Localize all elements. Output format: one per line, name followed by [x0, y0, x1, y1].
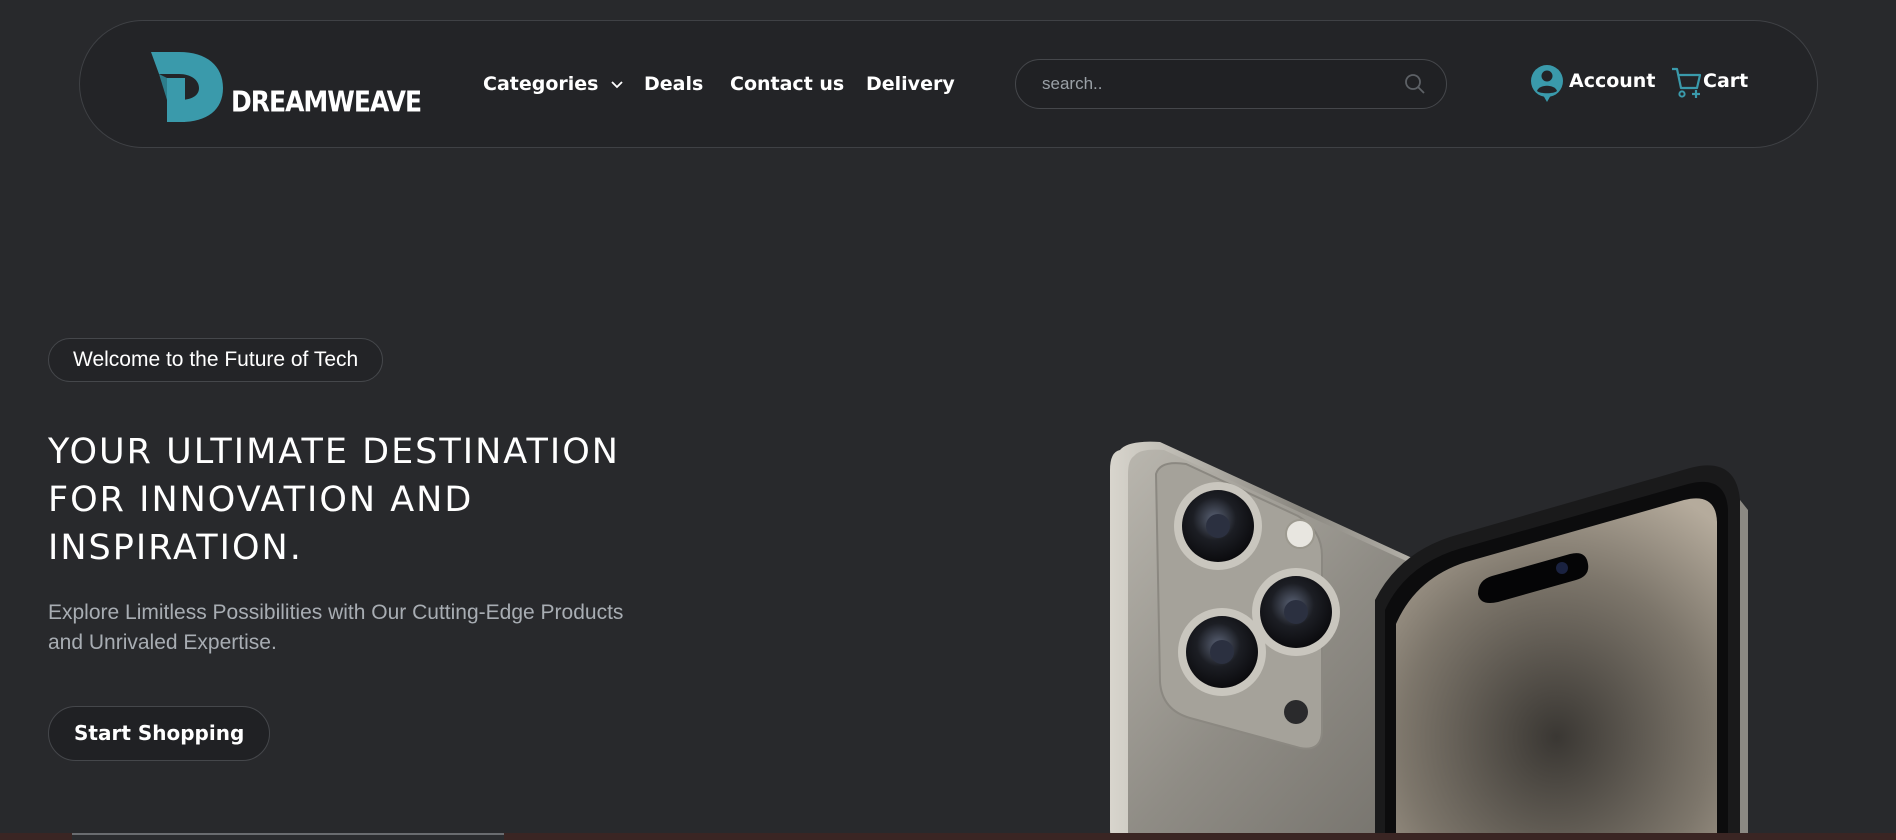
d-logo-icon — [151, 52, 223, 122]
nav-categories-label: Categories — [483, 73, 599, 95]
cart-icon — [1672, 67, 1702, 98]
nav-contact-us[interactable]: Contact us — [730, 70, 844, 98]
search-bar — [1015, 59, 1447, 109]
account-label: Account — [1569, 70, 1656, 92]
nav-categories[interactable]: Categories — [483, 70, 623, 98]
nav-deals[interactable]: Deals — [644, 70, 703, 98]
smartphone-product-image — [1110, 441, 1748, 840]
search-icon[interactable] — [1404, 73, 1426, 95]
page: DREAMWEAVE Categories Deals Contact us D… — [0, 0, 1896, 840]
welcome-badge: Welcome to the Future of Tech — [48, 338, 384, 382]
brand-logo[interactable]: DREAMWEAVE — [151, 52, 422, 122]
search-input[interactable] — [1040, 60, 1400, 108]
chevron-down-icon — [611, 80, 623, 88]
user-icon — [1531, 65, 1563, 102]
next-section-card — [72, 833, 504, 840]
hero-subtext: Explore Limitless Possibilities with Our… — [48, 601, 624, 654]
brand-name: DREAMWEAVE — [231, 85, 422, 119]
start-shopping-button[interactable]: Start Shopping — [48, 706, 271, 761]
hero-headline: YOUR ULTIMATE DESTINATION FOR INNOVATION… — [48, 432, 620, 568]
nav-delivery[interactable]: Delivery — [866, 70, 955, 98]
cart-label: Cart — [1703, 70, 1749, 92]
